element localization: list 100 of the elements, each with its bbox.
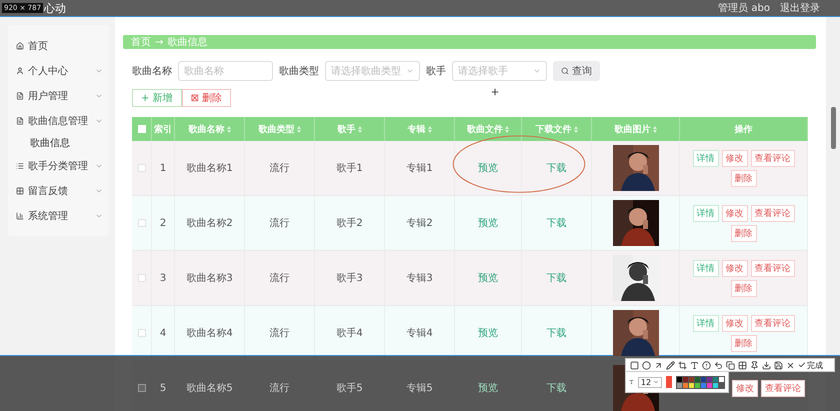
sort-icon[interactable] [505, 126, 509, 132]
color-swatch[interactable] [695, 376, 700, 382]
tool-icon[interactable] [750, 360, 759, 370]
menu-item[interactable]: 用户管理 [8, 83, 109, 108]
menu-item[interactable]: 首页 [8, 33, 109, 58]
breadcrumb-item: 歌曲信息 [167, 36, 208, 49]
action-button[interactable]: 修改 [722, 260, 748, 276]
color-swatch[interactable] [713, 382, 718, 388]
action-button[interactable]: 详情 [692, 204, 718, 222]
menu-icon [16, 162, 24, 170]
chevron-icon [406, 67, 414, 75]
color-swatch[interactable] [677, 382, 682, 388]
tool-icon[interactable] [690, 360, 699, 370]
sort-icon[interactable] [296, 126, 300, 132]
color-swatch[interactable] [689, 376, 694, 382]
tool-icon[interactable] [774, 360, 783, 370]
menu-icon [16, 42, 24, 50]
check-icon [798, 361, 806, 369]
field-label: 歌手 [426, 64, 446, 78]
tool-icon[interactable] [654, 360, 663, 370]
action-button[interactable]: 查看评论 [750, 204, 794, 222]
tool-icon[interactable] [678, 360, 687, 370]
sort-icon[interactable] [652, 126, 656, 132]
tool-icon[interactable] [738, 360, 747, 370]
text-icon [629, 377, 634, 387]
preview-link[interactable]: 预览 [478, 161, 498, 175]
color-swatch[interactable] [707, 376, 712, 382]
close-icon[interactable] [786, 360, 795, 370]
color-swatch[interactable] [689, 382, 694, 388]
table-cell-text: 专辑5 [406, 382, 433, 395]
sort-icon[interactable] [358, 126, 362, 132]
menu-item[interactable]: 个人中心 [8, 58, 109, 83]
preview-link[interactable]: 预览 [478, 271, 498, 285]
menu-item[interactable]: 系统管理 [8, 203, 109, 228]
color-swatch[interactable] [707, 382, 712, 388]
table-cell-text: 流行 [270, 216, 290, 230]
color-swatch[interactable] [695, 382, 700, 388]
preview-link[interactable]: 预览 [478, 216, 498, 230]
action-button[interactable]: 查看评论 [750, 314, 794, 332]
tool-icon[interactable] [726, 360, 735, 370]
search-icon [561, 67, 569, 75]
add-button[interactable]: + 新增 [132, 89, 182, 107]
tool-icon[interactable] [762, 360, 771, 370]
download-link[interactable]: 下载 [546, 271, 566, 285]
action-button[interactable]: 删除 [730, 280, 756, 296]
action-button[interactable]: 详情 [692, 260, 718, 276]
action-button[interactable]: 查看评论 [750, 260, 794, 276]
tool-icon[interactable] [714, 360, 723, 370]
sort-icon[interactable] [428, 126, 432, 132]
done-button[interactable]: 完成 [798, 360, 823, 370]
table-cell-text: 歌手5 [336, 382, 363, 395]
action-button[interactable]: 删除 [730, 334, 756, 352]
submenu-item[interactable]: 歌曲信息 [8, 133, 109, 153]
action-button[interactable]: 删除 [730, 170, 756, 186]
table-cell: 4 [160, 328, 166, 338]
input-field[interactable]: 歌曲名称 [178, 61, 273, 81]
menu-item[interactable]: 留言反馈 [8, 178, 109, 203]
menu-item[interactable]: 歌曲信息管理 [8, 108, 109, 133]
download-link[interactable]: 下载 [546, 326, 566, 340]
action-button[interactable]: 修改 [722, 150, 748, 166]
download-link[interactable]: 下载 [546, 216, 566, 230]
action-button[interactable]: 删除 [730, 224, 756, 242]
color-swatch[interactable] [683, 376, 688, 382]
action-button[interactable]: 修改 [722, 314, 748, 332]
table-cell-text: 歌曲名称4 [186, 326, 233, 340]
search-button[interactable]: 查询 [553, 61, 600, 81]
table-cell-text: 歌曲名称5 [186, 382, 233, 395]
select-field[interactable]: 请选择歌手 [452, 61, 547, 81]
color-swatch[interactable] [677, 376, 682, 382]
action-button[interactable]: 修改 [732, 380, 758, 396]
color-swatch[interactable] [719, 376, 724, 382]
tool-icon[interactable] [666, 360, 675, 370]
delete-button[interactable]: ⊠ 删除 [182, 89, 232, 107]
tool-icon[interactable] [702, 360, 711, 370]
table-cell-text: 流行 [270, 162, 290, 175]
app-title: 心动 [44, 0, 66, 16]
preview-link[interactable]: 预览 [478, 326, 498, 340]
logout-link[interactable]: 退出登录 [780, 1, 820, 15]
download-link[interactable]: 下载 [546, 381, 566, 395]
sort-icon[interactable] [574, 126, 578, 132]
color-swatch[interactable] [683, 382, 688, 388]
scrollbar-thumb[interactable] [830, 107, 836, 149]
action-button[interactable]: 修改 [722, 204, 748, 222]
action-button[interactable]: 查看评论 [750, 150, 794, 166]
sort-icon[interactable] [226, 126, 230, 132]
table-cell: 3 [160, 272, 166, 284]
user-name: 管理员 abo [718, 2, 770, 15]
select-field[interactable]: 请选择歌曲类型 [325, 61, 420, 81]
menu-item[interactable]: 歌手分类管理 [8, 153, 109, 178]
preview-link[interactable]: 预览 [478, 381, 498, 395]
color-swatch[interactable] [713, 376, 718, 382]
action-button[interactable]: 查看评论 [761, 380, 805, 396]
action-button[interactable]: 详情 [692, 150, 718, 166]
action-button[interactable]: 详情 [692, 314, 718, 332]
current-color[interactable] [666, 376, 672, 388]
menu-icon [16, 116, 24, 124]
color-swatch[interactable] [701, 376, 706, 382]
size-select[interactable]: 12 [638, 376, 662, 388]
color-swatch[interactable] [701, 382, 706, 388]
download-link[interactable]: 下载 [546, 161, 566, 175]
